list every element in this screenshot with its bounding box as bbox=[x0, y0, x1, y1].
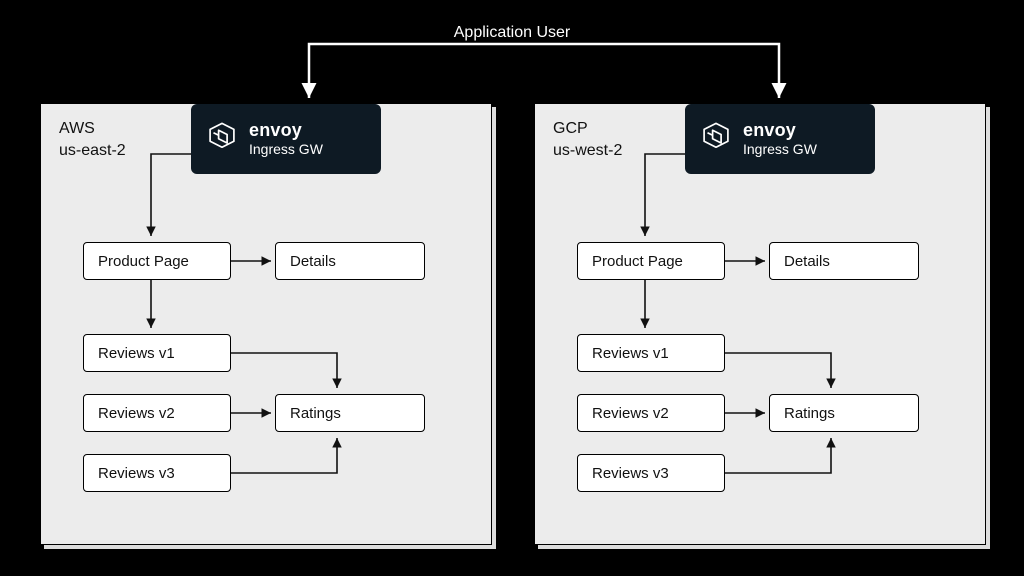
envoy-name-label: envoy bbox=[249, 120, 323, 142]
node-product-page: Product Page bbox=[577, 242, 725, 280]
node-reviews-v2: Reviews v2 bbox=[83, 394, 231, 432]
envoy-name-label: envoy bbox=[743, 120, 817, 142]
diagram-canvas: Application User AWS us-east-2 bbox=[0, 0, 1024, 576]
node-details: Details bbox=[769, 242, 919, 280]
cluster-region: us-east-2 bbox=[59, 142, 126, 159]
node-reviews-v3: Reviews v3 bbox=[83, 454, 231, 492]
envoy-ingress-aws: envoy Ingress GW bbox=[191, 104, 381, 174]
application-user-label: Application User bbox=[0, 24, 1024, 42]
node-product-page: Product Page bbox=[83, 242, 231, 280]
node-reviews-v1: Reviews v1 bbox=[83, 334, 231, 372]
cluster-aws: AWS us-east-2 envoy Ingress GW Product P… bbox=[40, 103, 492, 545]
cluster-provider: GCP bbox=[553, 120, 588, 137]
cluster-provider: AWS bbox=[59, 120, 95, 137]
envoy-ingress-gcp: envoy Ingress GW bbox=[685, 104, 875, 174]
cluster-label-aws: AWS us-east-2 bbox=[59, 118, 126, 163]
node-reviews-v3: Reviews v3 bbox=[577, 454, 725, 492]
cluster-label-gcp: GCP us-west-2 bbox=[553, 118, 622, 163]
node-details: Details bbox=[275, 242, 425, 280]
node-reviews-v1: Reviews v1 bbox=[577, 334, 725, 372]
envoy-icon bbox=[205, 120, 239, 159]
envoy-subtitle-label: Ingress GW bbox=[743, 141, 817, 158]
node-reviews-v2: Reviews v2 bbox=[577, 394, 725, 432]
envoy-subtitle-label: Ingress GW bbox=[249, 141, 323, 158]
node-ratings: Ratings bbox=[769, 394, 919, 432]
envoy-icon bbox=[699, 120, 733, 159]
cluster-region: us-west-2 bbox=[553, 142, 622, 159]
node-ratings: Ratings bbox=[275, 394, 425, 432]
cluster-gcp: GCP us-west-2 envoy Ingress GW Product P… bbox=[534, 103, 986, 545]
